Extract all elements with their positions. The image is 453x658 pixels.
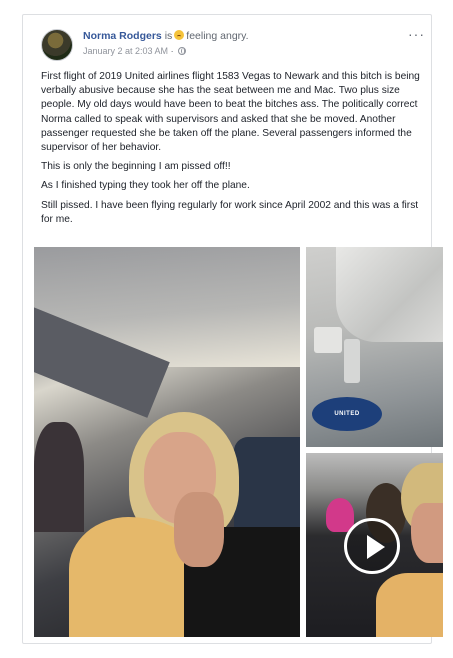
video-region-face (411, 503, 443, 563)
post-timestamp-line: January 2 at 2:03 AM · (83, 46, 187, 56)
video-thumbnail[interactable] (306, 453, 443, 637)
post-paragraph: This is only the beginning I am pissed o… (41, 161, 231, 173)
post-timestamp[interactable]: January 2 at 2:03 AM (83, 46, 168, 56)
post-header: Norma Rodgers is feeling angry. January 2… (41, 26, 425, 63)
united-logo: UNITED (312, 397, 382, 431)
post-paragraph: As I finished typing they took her off t… (41, 180, 250, 192)
author-line: Norma Rodgers is feeling angry. (83, 30, 249, 42)
photo-passenger-on-phone[interactable] (34, 247, 300, 637)
more-options-icon[interactable]: ··· (408, 26, 425, 42)
author-name[interactable]: Norma Rodgers (83, 30, 162, 42)
post-paragraph: Still pissed. I have been flying regular… (41, 199, 419, 225)
video-region-scarf (376, 573, 443, 637)
post-body: First flight of 2019 United airlines fli… (41, 70, 421, 232)
post-paragraph: First flight of 2019 United airlines fli… (41, 71, 420, 154)
activity-label[interactable]: feeling angry. (186, 30, 248, 42)
author-avatar[interactable] (41, 29, 73, 61)
play-button[interactable] (344, 518, 400, 574)
photo-region-latch (314, 327, 342, 353)
post-card: Norma Rodgers is feeling angry. January 2… (22, 14, 443, 644)
photo-region-latch (344, 339, 360, 383)
play-icon (367, 535, 385, 559)
angry-emoji-icon (174, 30, 185, 40)
photo-region-passenger (34, 422, 84, 532)
activity-prefix: is (164, 30, 173, 42)
photo-region-plastic (336, 247, 443, 342)
photo-seatback-tray[interactable]: UNITED (306, 247, 443, 447)
photo-region-hand (174, 492, 224, 567)
globe-icon[interactable] (178, 47, 187, 55)
